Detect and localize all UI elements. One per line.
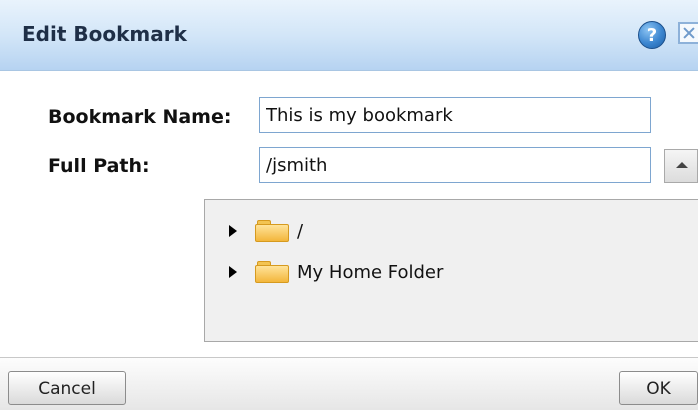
bookmark-name-input[interactable]	[259, 97, 651, 133]
bookmark-name-label: Bookmark Name:	[48, 106, 232, 128]
dialog-footer: Cancel OK	[0, 357, 698, 410]
folder-icon	[255, 220, 289, 242]
dialog-title: Edit Bookmark	[22, 22, 187, 46]
tree-item-label: /	[297, 220, 304, 242]
expand-arrow-icon[interactable]	[229, 266, 237, 278]
chevron-up-icon	[676, 162, 688, 168]
edit-bookmark-dialog: Edit Bookmark ? Bookmark Name: Full Path…	[0, 0, 698, 410]
tree-item-my-home-folder[interactable]: My Home Folder	[229, 255, 443, 289]
full-path-input[interactable]	[259, 147, 651, 183]
close-icon[interactable]	[678, 22, 698, 44]
folder-tree: / My Home Folder	[204, 199, 698, 342]
collapse-tree-button[interactable]	[664, 149, 698, 183]
expand-arrow-icon[interactable]	[229, 225, 237, 237]
help-icon[interactable]: ?	[638, 21, 666, 49]
cancel-button[interactable]: Cancel	[8, 371, 126, 405]
folder-icon	[255, 261, 289, 283]
dialog-titlebar: Edit Bookmark ?	[0, 0, 698, 71]
ok-button[interactable]: OK	[619, 371, 698, 405]
tree-item-label: My Home Folder	[297, 261, 444, 283]
full-path-label: Full Path:	[48, 155, 150, 177]
tree-item-root[interactable]: /	[229, 214, 303, 248]
